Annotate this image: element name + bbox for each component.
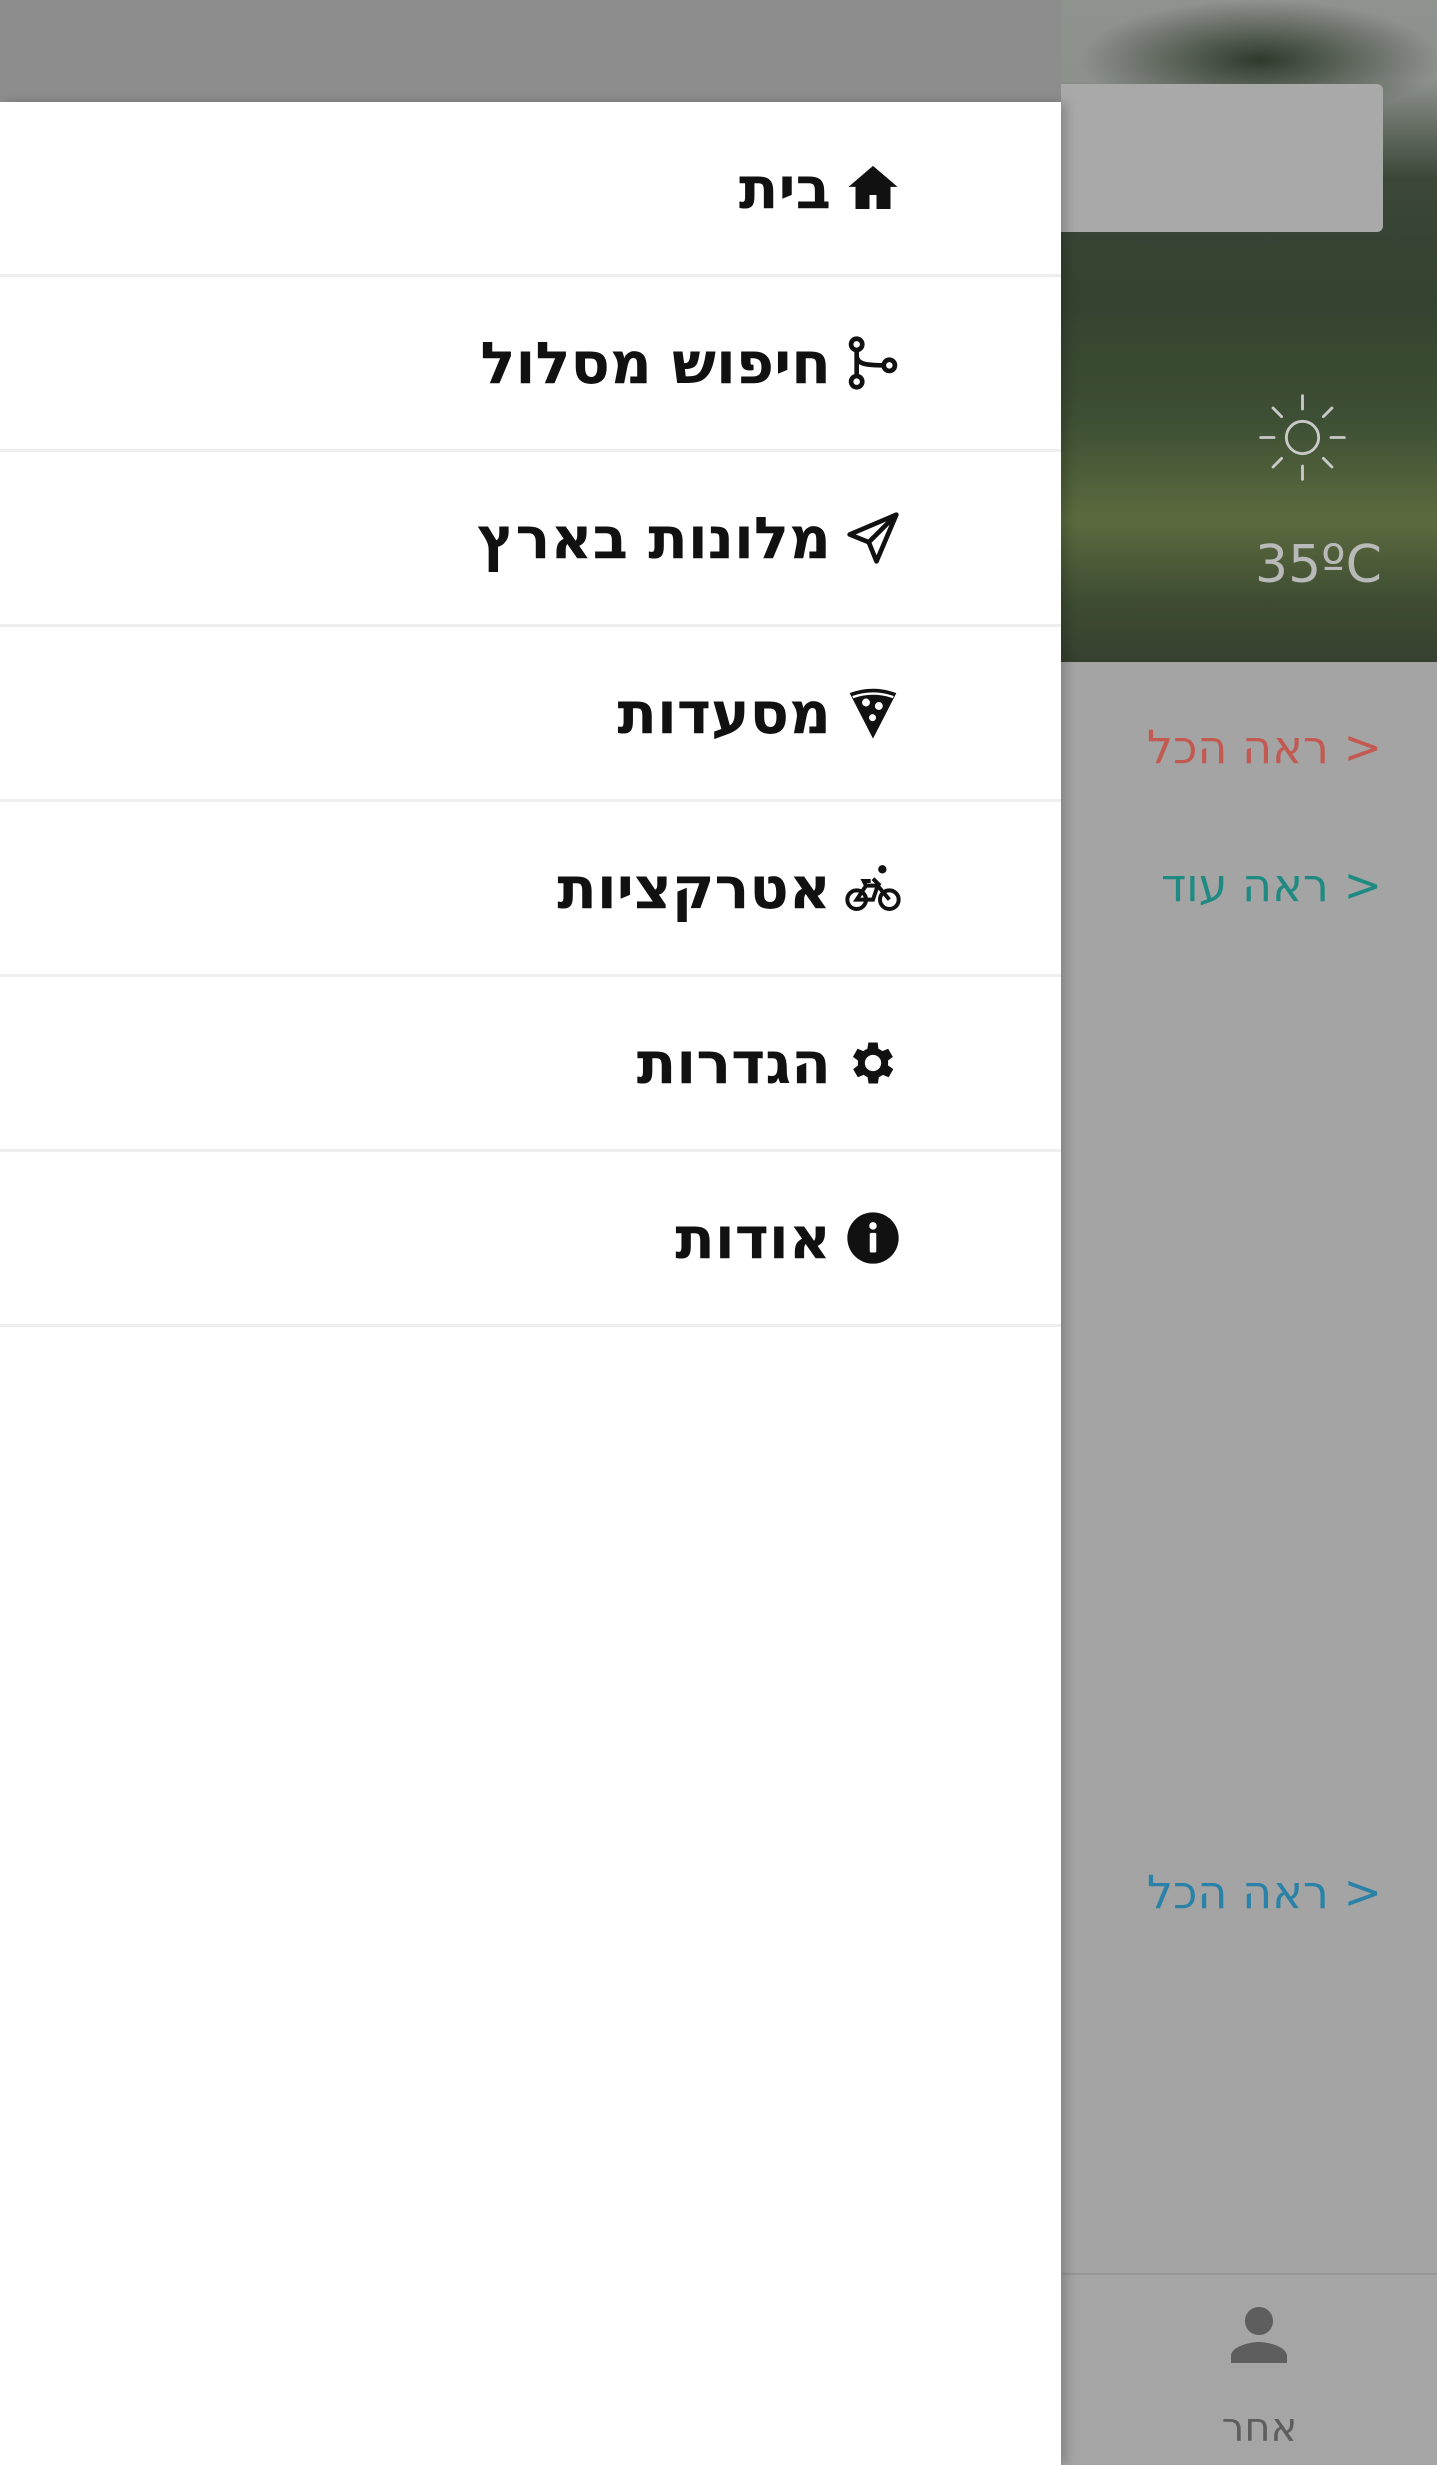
pizza-icon [849, 688, 897, 739]
paper-plane-icon [847, 512, 899, 564]
home-icon [848, 165, 898, 209]
sun-icon [1259, 394, 1346, 481]
info-icon [847, 1212, 899, 1264]
see-all-label-2: < ראה הכל [1146, 1865, 1382, 1919]
navigation-drawer: בית חיפוש מסלול מלונות בארץ מסעדות אטרקצ… [0, 102, 1061, 2465]
menu-item-attractions[interactable]: אטרקציות [0, 802, 1061, 977]
menu-item-label: אודות [675, 1204, 831, 1272]
drawer-menu: בית חיפוש מסלול מלונות בארץ מסעדות אטרקצ… [0, 102, 1061, 1327]
person-icon[interactable] [1224, 2300, 1294, 2370]
menu-item-label: אטרקציות [557, 854, 831, 922]
menu-item-home[interactable]: בית [0, 102, 1061, 277]
menu-item-label: מלונות בארץ [477, 504, 831, 572]
bottom-nav-other-label[interactable]: אחר [1212, 2405, 1307, 2451]
menu-item-hotels[interactable]: מלונות בארץ [0, 452, 1061, 627]
menu-item-label: חיפוש מסלול [480, 329, 831, 397]
route-icon [848, 336, 898, 390]
gear-icon [852, 1042, 894, 1084]
weather-temperature: 35ºC [1255, 535, 1382, 595]
see-more-label: < ראה עוד [1161, 858, 1382, 912]
bicycle-icon [845, 865, 901, 911]
see-all-label: < ראה הכל [1146, 720, 1382, 774]
menu-item-about[interactable]: אודות [0, 1152, 1061, 1327]
menu-item-settings[interactable]: הגדרות [0, 977, 1061, 1152]
see-all-link-2[interactable]: < ראה הכל [1147, 1865, 1382, 1919]
menu-item-label: מסעדות [617, 679, 831, 747]
menu-item-label: הגדרות [636, 1029, 831, 1097]
menu-item-restaurants[interactable]: מסעדות [0, 627, 1061, 802]
menu-item-label: בית [738, 154, 831, 222]
see-more-link[interactable]: < ראה עוד [1161, 858, 1382, 912]
see-all-link[interactable]: < ראה הכל [1147, 720, 1382, 774]
drawer-header [0, 0, 1061, 102]
menu-item-route-search[interactable]: חיפוש מסלול [0, 277, 1061, 452]
